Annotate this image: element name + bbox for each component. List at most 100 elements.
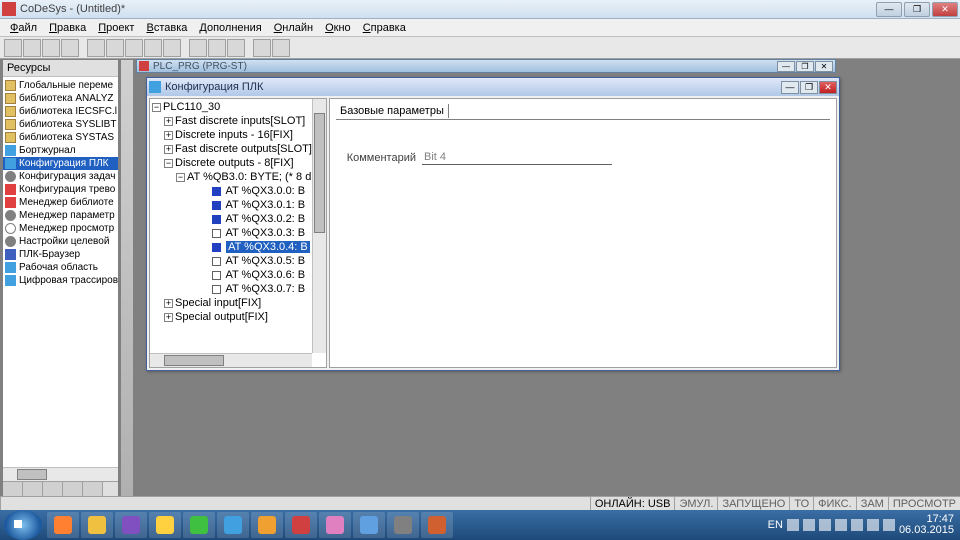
- tree-node[interactable]: AT %QX3.0.0: B: [152, 185, 324, 199]
- taskbar-app[interactable]: [115, 512, 147, 538]
- tree-item[interactable]: Рабочая область: [3, 261, 118, 274]
- tree-node[interactable]: −AT %QB3.0: BYTE; (* 8 di: [152, 171, 324, 185]
- tree-item[interactable]: Конфигурация задач: [3, 170, 118, 183]
- taskbar-app[interactable]: [319, 512, 351, 538]
- toolbar-button[interactable]: [87, 39, 105, 57]
- tray-icon[interactable]: [787, 519, 799, 531]
- status-online: ОНЛАЙН: USB: [590, 497, 675, 510]
- tree-node[interactable]: +Discrete inputs - 16[FIX]: [152, 129, 324, 143]
- toolbar-button[interactable]: [125, 39, 143, 57]
- maximize-button[interactable]: ❐: [904, 2, 930, 17]
- taskbar-app[interactable]: [353, 512, 385, 538]
- toolbar-button[interactable]: [23, 39, 41, 57]
- toolbar-button[interactable]: [163, 39, 181, 57]
- tray-icon[interactable]: [883, 519, 895, 531]
- system-tray[interactable]: EN 17:4706.03.2015: [762, 514, 960, 536]
- menu-item[interactable]: Окно: [319, 22, 357, 34]
- tree-node[interactable]: AT %QX3.0.5: B: [152, 255, 324, 269]
- max-button[interactable]: ❐: [800, 81, 818, 94]
- tree-node[interactable]: AT %QX3.0.7: B: [152, 283, 324, 297]
- tree-item[interactable]: библиотека IECSFC.l: [3, 105, 118, 118]
- tree-item[interactable]: Настройки целевой: [3, 235, 118, 248]
- minimize-button[interactable]: —: [876, 2, 902, 17]
- tree-item[interactable]: Конфигурация трево: [3, 183, 118, 196]
- resources-tree[interactable]: Глобальные перемебиблиотека ANALYZбиблио…: [3, 77, 118, 467]
- taskbar-app[interactable]: [149, 512, 181, 538]
- scrollbar-horizontal[interactable]: [3, 467, 118, 481]
- tree-item[interactable]: Бортжурнал: [3, 144, 118, 157]
- config-tree-pane[interactable]: −PLC110_30+Fast discrete inputs[SLOT]+Di…: [149, 98, 327, 368]
- close-button[interactable]: ✕: [819, 81, 837, 94]
- min-button[interactable]: —: [777, 61, 795, 72]
- tree-item[interactable]: ПЛК-Браузер: [3, 248, 118, 261]
- toolbar-button[interactable]: [144, 39, 162, 57]
- window-title: CoDeSys - (Untitled)*: [20, 3, 876, 15]
- tree-node[interactable]: +Special input[FIX]: [152, 297, 324, 311]
- taskbar-app[interactable]: [183, 512, 215, 538]
- tree-item[interactable]: Менеджер библиоте: [3, 196, 118, 209]
- taskbar-app[interactable]: [47, 512, 79, 538]
- tray-icon[interactable]: [851, 519, 863, 531]
- taskbar-app[interactable]: [387, 512, 419, 538]
- resources-header: Ресурсы: [3, 60, 118, 77]
- menu-item[interactable]: Справка: [357, 22, 412, 34]
- tree-item[interactable]: Менеджер просмотр: [3, 222, 118, 235]
- menu-item[interactable]: Вставка: [140, 22, 193, 34]
- toolbar-button[interactable]: [227, 39, 245, 57]
- menu-item[interactable]: Файл: [4, 22, 43, 34]
- tree-node[interactable]: AT %QX3.0.3: B: [152, 227, 324, 241]
- window-titlebar[interactable]: Конфигурация ПЛК —❐✕: [147, 78, 839, 96]
- tree-node[interactable]: AT %QX3.0.6: B: [152, 269, 324, 283]
- tree-item[interactable]: библиотека SYSTAS: [3, 131, 118, 144]
- taskbar-app[interactable]: [81, 512, 113, 538]
- start-button[interactable]: [4, 510, 42, 540]
- toolbar-button[interactable]: [253, 39, 271, 57]
- tree-node[interactable]: AT %QX3.0.4: B: [152, 241, 324, 255]
- tree-node[interactable]: +Fast discrete outputs[SLOT]: [152, 143, 324, 157]
- plc-prg-window[interactable]: PLC_PRG (PRG-ST) —❐✕: [136, 59, 836, 73]
- tray-icon[interactable]: [803, 519, 815, 531]
- tree-node[interactable]: +Fast discrete inputs[SLOT]: [152, 115, 324, 129]
- menu-item[interactable]: Проект: [92, 22, 140, 34]
- comment-field[interactable]: Bit 4: [422, 150, 612, 165]
- max-button[interactable]: ❐: [796, 61, 814, 72]
- tree-node[interactable]: −Discrete outputs - 8[FIX]: [152, 157, 324, 171]
- window-icon: [149, 81, 161, 93]
- tray-icon[interactable]: [835, 519, 847, 531]
- close-button[interactable]: ✕: [932, 2, 958, 17]
- tree-node[interactable]: +Special output[FIX]: [152, 311, 324, 325]
- scrollbar-horizontal[interactable]: [150, 353, 312, 367]
- tree-item[interactable]: Цифровая трассиров: [3, 274, 118, 287]
- toolbar-button[interactable]: [61, 39, 79, 57]
- taskbar-app[interactable]: [251, 512, 283, 538]
- taskbar-app[interactable]: [217, 512, 249, 538]
- tray-icon[interactable]: [819, 519, 831, 531]
- scrollbar-vertical[interactable]: [312, 99, 326, 353]
- taskbar-app[interactable]: [421, 512, 453, 538]
- tree-node[interactable]: AT %QX3.0.1: B: [152, 199, 324, 213]
- tree-item[interactable]: Менеджер параметр: [3, 209, 118, 222]
- min-button[interactable]: —: [781, 81, 799, 94]
- toolbar-button[interactable]: [208, 39, 226, 57]
- tray-icon[interactable]: [867, 519, 879, 531]
- tree-node[interactable]: −PLC110_30: [152, 101, 324, 115]
- toolbar-button[interactable]: [272, 39, 290, 57]
- tree-item[interactable]: Глобальные переме: [3, 79, 118, 92]
- toolbar-button[interactable]: [4, 39, 22, 57]
- tree-node[interactable]: AT %QX3.0.2: B: [152, 213, 324, 227]
- menu-item[interactable]: Правка: [43, 22, 92, 34]
- toolbar-button[interactable]: [189, 39, 207, 57]
- menu-item[interactable]: Дополнения: [193, 22, 267, 34]
- toolbar-button[interactable]: [106, 39, 124, 57]
- close-button[interactable]: ✕: [815, 61, 833, 72]
- tray-lang[interactable]: EN: [768, 519, 783, 531]
- menu-item[interactable]: Онлайн: [268, 22, 319, 34]
- tree-item[interactable]: Конфигурация ПЛК: [3, 157, 118, 170]
- tree-item[interactable]: библиотека SYSLIBT: [3, 118, 118, 131]
- tray-clock[interactable]: 17:4706.03.2015: [899, 514, 954, 536]
- window-title: Конфигурация ПЛК: [165, 81, 781, 93]
- toolbar-button[interactable]: [42, 39, 60, 57]
- properties-tab[interactable]: Базовые параметры: [336, 105, 830, 120]
- taskbar-app[interactable]: [285, 512, 317, 538]
- tree-item[interactable]: библиотека ANALYZ: [3, 92, 118, 105]
